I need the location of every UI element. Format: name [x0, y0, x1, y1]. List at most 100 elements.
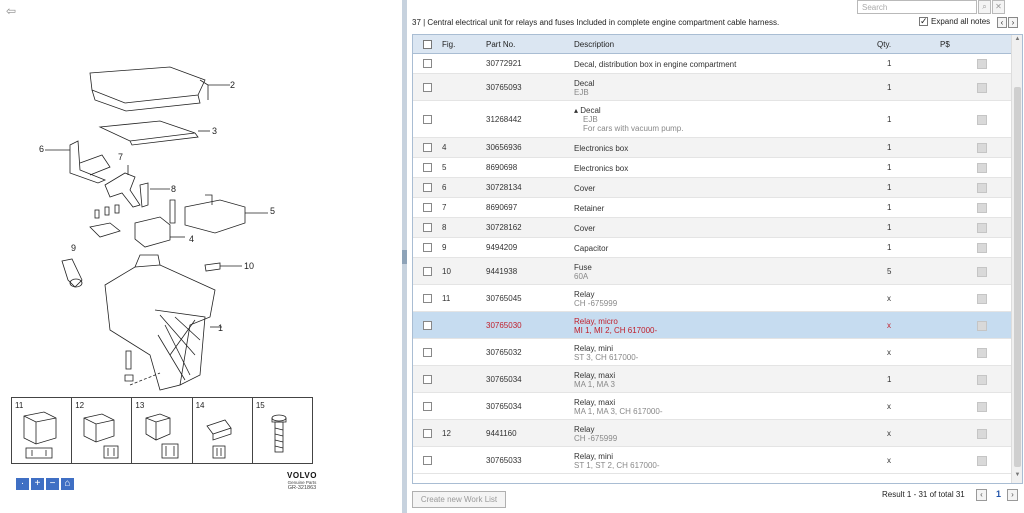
add-to-cart-icon[interactable]	[977, 243, 987, 253]
prev-section-button[interactable]: ‹	[997, 17, 1007, 28]
table-row[interactable]: 30772921 Decal, distribution box in engin…	[413, 54, 1011, 74]
row-checkbox[interactable]	[423, 456, 432, 465]
add-to-cart-icon[interactable]	[977, 294, 987, 304]
callout-7[interactable]: 7	[118, 152, 123, 162]
scroll-down-icon[interactable]: ▼	[1013, 472, 1022, 482]
scroll-up-icon[interactable]: ▲	[1013, 36, 1022, 46]
row-checkbox[interactable]	[423, 203, 432, 212]
row-part-no[interactable]: 30765032	[486, 348, 522, 357]
vertical-scrollbar[interactable]: ▲ ▼	[1011, 35, 1022, 483]
row-part-no[interactable]: 30765033	[486, 456, 522, 465]
row-part-no[interactable]: 31268442	[486, 115, 522, 124]
add-to-cart-icon[interactable]	[977, 402, 987, 412]
table-row[interactable]: 30765093 Decal EJB 1	[413, 74, 1011, 101]
expand-all-checkbox[interactable]	[919, 16, 928, 27]
callout-9[interactable]: 9	[71, 243, 76, 253]
column-qty[interactable]: Qty.	[877, 40, 891, 49]
column-fig[interactable]: Fig.	[442, 40, 455, 49]
row-checkbox[interactable]	[423, 267, 432, 276]
row-part-no[interactable]: 8690698	[486, 163, 517, 172]
row-part-no[interactable]: 30765034	[486, 402, 522, 411]
row-checkbox[interactable]	[423, 243, 432, 252]
search-icon[interactable]: ⌕	[978, 0, 991, 14]
current-page[interactable]: 1	[996, 489, 1001, 499]
row-part-no[interactable]: 30728134	[486, 183, 522, 192]
row-checkbox[interactable]	[423, 375, 432, 384]
callout-2[interactable]: 2	[230, 80, 235, 90]
table-row[interactable]: 7 8690697 Retainer 1	[413, 198, 1011, 218]
table-row[interactable]: 30765033 Relay, mini ST 1, ST 2, CH 617000…	[413, 447, 1011, 474]
row-part-no[interactable]: 30765045	[486, 294, 522, 303]
callout-3[interactable]: 3	[212, 126, 217, 136]
exploded-diagram[interactable]	[30, 55, 280, 395]
scrollbar-thumb[interactable]	[1014, 87, 1021, 467]
add-to-cart-icon[interactable]	[977, 348, 987, 358]
row-checkbox[interactable]	[423, 163, 432, 172]
row-part-no[interactable]: 9441160	[486, 429, 517, 438]
column-part-no[interactable]: Part No.	[486, 40, 515, 49]
add-to-cart-icon[interactable]	[977, 375, 987, 385]
table-row[interactable]: 8 30728162 Cover 1	[413, 218, 1011, 238]
callout-4[interactable]: 4	[189, 234, 194, 244]
row-checkbox[interactable]	[423, 183, 432, 192]
add-to-cart-icon[interactable]	[977, 83, 987, 93]
table-row[interactable]: 11 30765045 Relay CH -675999 x	[413, 285, 1011, 312]
add-to-cart-icon[interactable]	[977, 59, 987, 69]
row-part-no[interactable]: 30765093	[486, 83, 522, 92]
table-row[interactable]: 10 9441938 Fuse 60A 5	[413, 258, 1011, 285]
column-price[interactable]: P$	[940, 40, 950, 49]
table-row[interactable]: 4 30656936 Electronics box 1	[413, 138, 1011, 158]
row-part-no[interactable]: 30765034	[486, 375, 522, 384]
row-checkbox[interactable]	[423, 348, 432, 357]
thumbnail-13[interactable]: 13	[132, 398, 193, 463]
search-input[interactable]: Search	[857, 0, 977, 14]
thumbnail-11[interactable]: 11	[12, 398, 73, 463]
add-to-cart-icon[interactable]	[977, 143, 987, 153]
row-part-no[interactable]: 9494209	[486, 243, 517, 252]
table-row[interactable]: 30765032 Relay, mini ST 3, CH 617000- x	[413, 339, 1011, 366]
select-all-checkbox[interactable]	[423, 40, 432, 49]
row-part-no[interactable]: 9441938	[486, 267, 517, 276]
table-row[interactable]: 30765034 Relay, maxi MA 1, MA 3 1	[413, 366, 1011, 393]
thumbnail-15[interactable]: 15	[253, 398, 312, 463]
table-row[interactable]: 31268442 ▴ Decal EJB For cars with vacuum p…	[413, 101, 1011, 138]
callout-5[interactable]: 5	[270, 206, 275, 216]
row-checkbox[interactable]	[423, 223, 432, 232]
next-page-button[interactable]: ›	[1007, 489, 1018, 501]
home-button[interactable]: ⌂	[61, 478, 74, 490]
callout-6[interactable]: 6	[39, 144, 44, 154]
pointer-tool-button[interactable]: ·	[16, 478, 29, 490]
prev-page-button[interactable]: ‹	[976, 489, 987, 501]
row-part-no[interactable]: 30728162	[486, 223, 522, 232]
callout-1[interactable]: 1	[218, 323, 223, 333]
row-checkbox[interactable]	[423, 83, 432, 92]
row-part-no[interactable]: 30772921	[486, 59, 522, 68]
thumbnail-12[interactable]: 12	[72, 398, 133, 463]
add-to-cart-icon[interactable]	[977, 115, 987, 125]
close-icon[interactable]: ✕	[992, 0, 1005, 14]
zoom-in-button[interactable]: +	[31, 478, 44, 490]
add-to-cart-icon[interactable]	[977, 223, 987, 233]
add-to-cart-icon[interactable]	[977, 429, 987, 439]
column-description[interactable]: Description	[574, 40, 614, 49]
table-row[interactable]: 30765034 Relay, maxi MA 1, MA 3, CH 617000…	[413, 393, 1011, 420]
row-checkbox[interactable]	[423, 429, 432, 438]
row-part-no[interactable]: 30765030	[486, 321, 522, 330]
row-checkbox[interactable]	[423, 294, 432, 303]
add-to-cart-icon[interactable]	[977, 321, 987, 331]
table-row[interactable]: 9 9494209 Capacitor 1	[413, 238, 1011, 258]
add-to-cart-icon[interactable]	[977, 163, 987, 173]
create-work-list-button[interactable]: Create new Work List	[412, 491, 506, 508]
zoom-out-button[interactable]: −	[46, 478, 59, 490]
add-to-cart-icon[interactable]	[977, 183, 987, 193]
thumbnail-14[interactable]: 14	[193, 398, 253, 463]
row-checkbox[interactable]	[423, 59, 432, 68]
callout-10[interactable]: 10	[244, 261, 254, 271]
row-part-no[interactable]: 30656936	[486, 143, 522, 152]
next-section-button[interactable]: ›	[1008, 17, 1018, 28]
row-part-no[interactable]: 8690697	[486, 203, 517, 212]
row-checkbox[interactable]	[423, 115, 432, 124]
row-checkbox[interactable]	[423, 143, 432, 152]
table-row[interactable]: 12 9441160 Relay CH -675999 x	[413, 420, 1011, 447]
back-arrow-icon[interactable]: ⇦	[6, 5, 18, 17]
